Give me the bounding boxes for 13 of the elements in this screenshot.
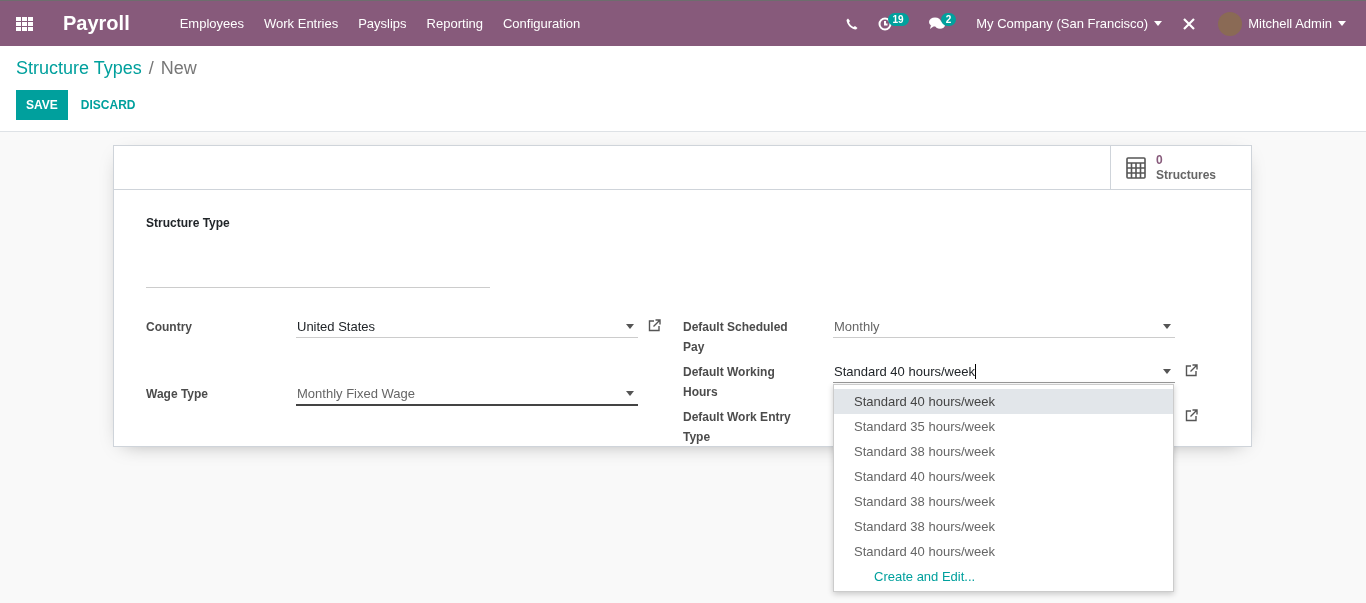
app-title: Payroll [63, 12, 130, 35]
activity-count-badge: 19 [887, 13, 909, 26]
stat-label: Structures [1156, 167, 1217, 183]
stat-count: 0 [1156, 152, 1164, 168]
field-label: Country [146, 319, 193, 336]
breadcrumb-current: New [160, 58, 197, 79]
field-label: Default Working Hours [683, 364, 776, 401]
field-label: Structure Type [146, 216, 231, 230]
field-label: Default Work Entry Type [683, 409, 792, 446]
breadcrumb-separator: / [148, 58, 154, 79]
field-label: Default Scheduled Pay [683, 319, 789, 356]
field-label: Wage Type [146, 386, 209, 403]
message-count-badge: 2 [940, 13, 957, 26]
